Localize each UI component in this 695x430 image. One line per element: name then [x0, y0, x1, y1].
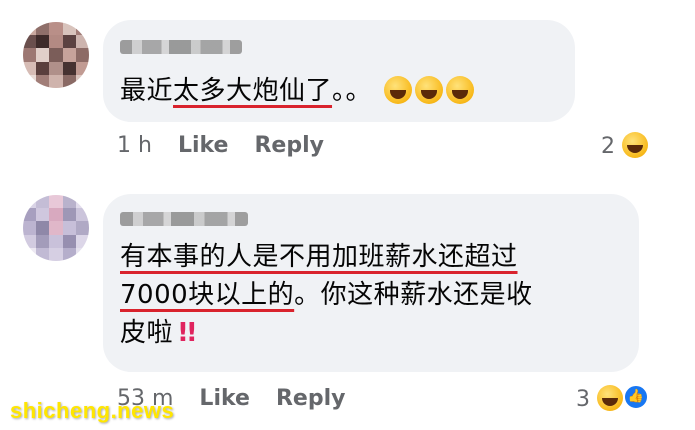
double-exclamation-icon: !!: [177, 318, 198, 348]
grinning-sweat-icon: [384, 76, 413, 104]
reaction-count[interactable]: 3: [576, 387, 590, 412]
comment-line: 7000块以上的。你这种薪水还是收: [120, 280, 533, 310]
comment-text: 有本事的人是不用加班薪水还超过 7000块以上的。你这种薪水还是收 皮啦!!: [120, 238, 630, 352]
grinning-sweat-icon: [415, 76, 444, 104]
reaction-count[interactable]: 2: [601, 134, 615, 159]
avatar[interactable]: [23, 195, 89, 261]
comment-actions: 1 h Like Reply: [117, 133, 324, 158]
comment-line: 皮啦!!: [120, 318, 198, 348]
like-button[interactable]: Like: [199, 386, 250, 411]
timestamp[interactable]: 1 h: [117, 133, 152, 158]
laughing-icon[interactable]: [597, 385, 623, 411]
laughing-icon: [446, 76, 475, 104]
commenter-name-blurred[interactable]: [120, 212, 248, 226]
laughing-icon[interactable]: [622, 132, 648, 158]
underlined-phrase: 太多大炮仙了: [173, 76, 333, 106]
comment-line: 有本事的人是不用加班薪水还超过: [120, 242, 518, 272]
reply-button[interactable]: Reply: [276, 386, 346, 411]
reply-button[interactable]: Reply: [254, 133, 324, 158]
comment-text: 最近太多大炮仙了。。: [120, 72, 477, 110]
like-button[interactable]: Like: [178, 133, 229, 158]
like-thumb-icon[interactable]: 👍: [623, 384, 649, 410]
commenter-name-blurred[interactable]: [120, 40, 242, 54]
watermark: shicheng.news: [10, 398, 175, 423]
avatar[interactable]: [23, 22, 89, 88]
